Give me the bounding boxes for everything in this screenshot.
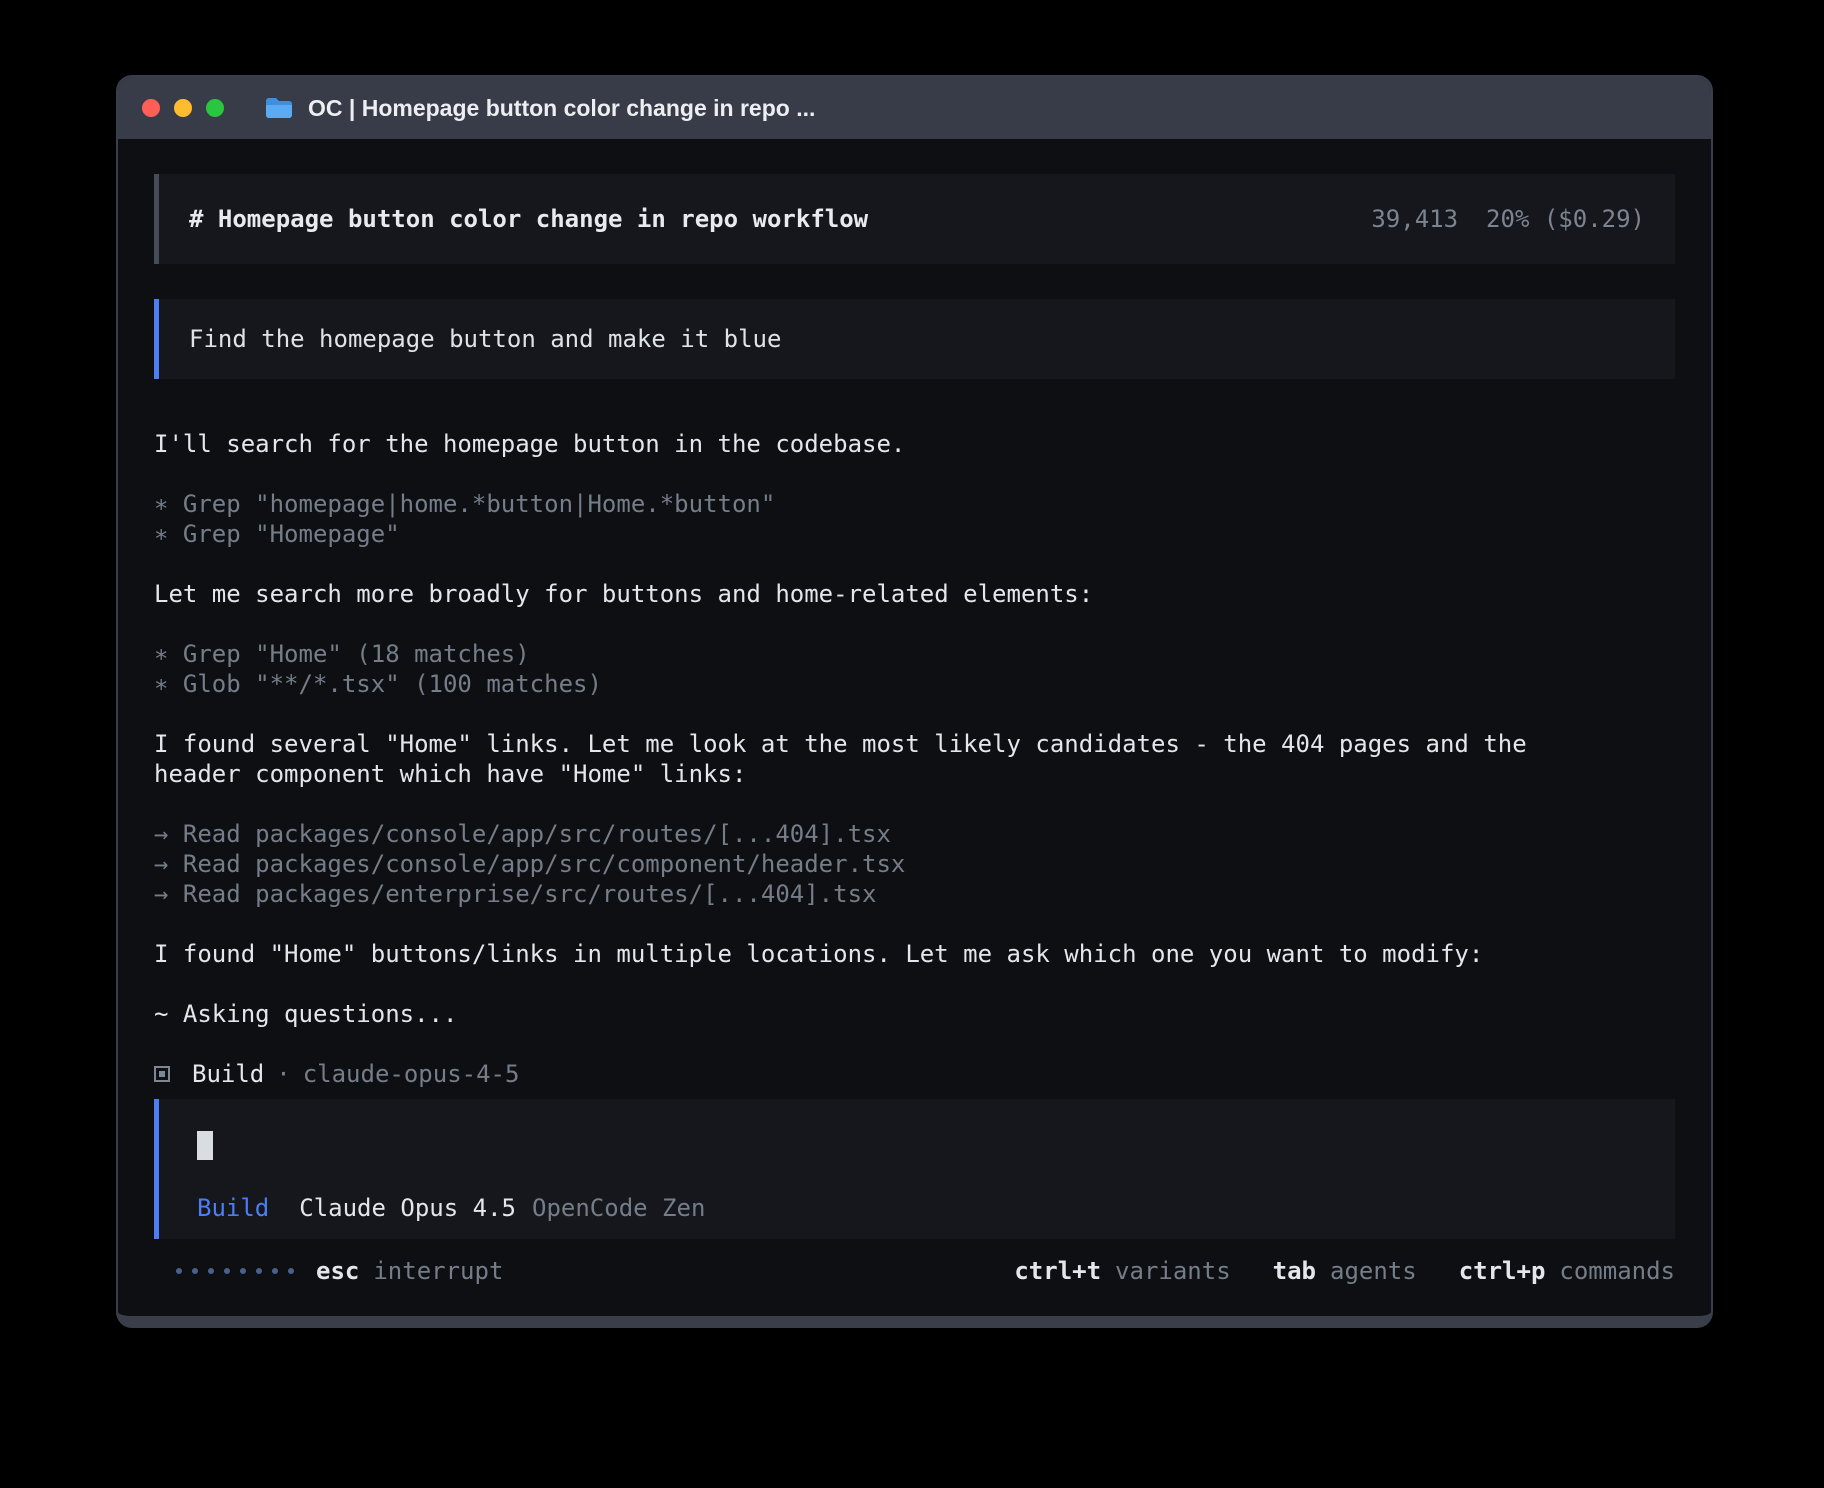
- assistant-text-line: I found several "Home" links. Let me loo…: [154, 729, 1675, 759]
- commands-label: commands: [1559, 1256, 1675, 1286]
- agents-hint: tab agents: [1273, 1256, 1417, 1286]
- tool-call-line: → Read packages/enterprise/src/routes/[.…: [154, 879, 1675, 909]
- assistant-status: ~ Asking questions...: [154, 999, 1675, 1029]
- agents-key: tab: [1273, 1256, 1316, 1286]
- user-message: Find the homepage button and make it blu…: [154, 299, 1675, 379]
- agent-model: claude-opus-4-5: [303, 1059, 520, 1089]
- text-cursor: [197, 1131, 213, 1160]
- assistant-text-line: I found "Home" buttons/links in multiple…: [154, 939, 1675, 969]
- token-count: 39,413: [1371, 204, 1458, 234]
- variants-hint: ctrl+t variants: [1014, 1256, 1230, 1286]
- agent-separator: ·: [276, 1059, 290, 1089]
- commands-hint: ctrl+p commands: [1459, 1256, 1675, 1286]
- terminal-window: OC | Homepage button color change in rep…: [116, 75, 1713, 1328]
- assistant-paragraph: I found "Home" buttons/links in multiple…: [154, 939, 1675, 969]
- tool-call-group: ∗ Grep "Home" (18 matches) ∗ Glob "**/*.…: [154, 639, 1675, 699]
- input-provider-label: OpenCode Zen: [532, 1193, 705, 1223]
- zoom-window-button[interactable]: [206, 99, 224, 117]
- folder-icon: [264, 96, 294, 120]
- close-window-button[interactable]: [142, 99, 160, 117]
- prompt-input[interactable]: Build Claude Opus 4.5 OpenCode Zen: [154, 1099, 1675, 1239]
- assistant-text-line: header component which have "Home" links…: [154, 759, 1675, 789]
- commands-key: ctrl+p: [1459, 1256, 1546, 1286]
- esc-label: interrupt: [373, 1256, 503, 1286]
- variants-label: variants: [1115, 1256, 1231, 1286]
- context-usage: 20% ($0.29): [1486, 204, 1645, 234]
- assistant-text-line: I'll search for the homepage button in t…: [154, 429, 1675, 459]
- tool-call-line: ∗ Grep "Homepage": [154, 519, 1675, 549]
- status-bar: esc interrupt ctrl+t variants tab agents…: [154, 1256, 1675, 1286]
- assistant-paragraph: I found several "Home" links. Let me loo…: [154, 729, 1675, 789]
- input-model-label[interactable]: Claude Opus 4.5: [299, 1193, 516, 1223]
- session-header: # Homepage button color change in repo w…: [154, 174, 1675, 264]
- agent-name: Build: [192, 1059, 264, 1089]
- progress-dots: [176, 1268, 294, 1274]
- user-message-text: Find the homepage button and make it blu…: [189, 324, 781, 354]
- tool-call-line: → Read packages/console/app/src/componen…: [154, 849, 1675, 879]
- assistant-text-line: Let me search more broadly for buttons a…: [154, 579, 1675, 609]
- tool-call-line: ∗ Grep "Home" (18 matches): [154, 639, 1675, 669]
- esc-key: esc: [316, 1256, 359, 1286]
- window-titlebar[interactable]: OC | Homepage button color change in rep…: [118, 77, 1711, 139]
- tool-call-group: → Read packages/console/app/src/routes/[…: [154, 819, 1675, 909]
- session-stats: 39,413 20% ($0.29): [1371, 204, 1645, 234]
- agents-label: agents: [1330, 1256, 1417, 1286]
- tool-call-line: ∗ Glob "**/*.tsx" (100 matches): [154, 669, 1675, 699]
- interrupt-hint: esc interrupt: [316, 1256, 503, 1286]
- minimize-window-button[interactable]: [174, 99, 192, 117]
- session-title: # Homepage button color change in repo w…: [189, 204, 868, 234]
- input-agent-label[interactable]: Build: [197, 1193, 269, 1223]
- shortcut-hints: ctrl+t variants tab agents ctrl+p comman…: [1014, 1256, 1675, 1286]
- tool-call-line: → Read packages/console/app/src/routes/[…: [154, 819, 1675, 849]
- window-title: OC | Homepage button color change in rep…: [308, 95, 815, 122]
- asking-questions-line: ~ Asking questions...: [154, 999, 1675, 1029]
- input-meta-row: Build Claude Opus 4.5 OpenCode Zen: [197, 1193, 1645, 1223]
- agent-status-row: Build · claude-opus-4-5: [154, 1059, 1675, 1089]
- tool-call-group: ∗ Grep "homepage|home.*button|Home.*butt…: [154, 489, 1675, 549]
- tool-call-line: ∗ Grep "homepage|home.*button|Home.*butt…: [154, 489, 1675, 519]
- assistant-paragraph: I'll search for the homepage button in t…: [154, 429, 1675, 459]
- assistant-paragraph: Let me search more broadly for buttons a…: [154, 579, 1675, 609]
- agent-box-icon: [154, 1066, 170, 1082]
- conversation-log: I'll search for the homepage button in t…: [154, 429, 1675, 1089]
- variants-key: ctrl+t: [1014, 1256, 1101, 1286]
